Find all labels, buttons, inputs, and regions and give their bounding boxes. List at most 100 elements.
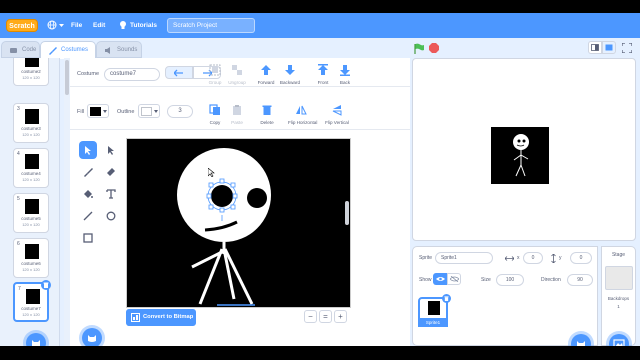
choose-costume-button[interactable]: [26, 333, 46, 346]
rectangle-icon: [83, 233, 93, 243]
scratch-logo[interactable]: Scratch: [6, 19, 38, 32]
flip-horizontal-icon: [296, 105, 307, 115]
forward-button[interactable]: Forward: [253, 62, 279, 88]
green-flag-icon[interactable]: [414, 43, 425, 54]
flip-horizontal-button[interactable]: Flip Horizontal: [288, 102, 317, 128]
show-hidden-button[interactable]: [447, 273, 461, 285]
line-tool[interactable]: [79, 207, 97, 225]
costume-name-input[interactable]: costume7: [104, 68, 160, 81]
flip-vertical-label: Flip Vertical: [325, 120, 349, 125]
tab-code-label: Code: [22, 47, 37, 53]
text-tool[interactable]: [102, 185, 120, 203]
speaker-icon: [105, 47, 110, 54]
forward-label: Forward: [257, 80, 275, 85]
zoom-reset-button[interactable]: =: [319, 310, 332, 323]
rectangle-tool[interactable]: [79, 229, 97, 247]
outline-width-input[interactable]: 3: [167, 105, 193, 118]
costume-size: 120 x 120: [22, 267, 40, 272]
group-icon: [209, 64, 221, 76]
eraser-tool[interactable]: [102, 163, 120, 181]
sprite-name-input[interactable]: Sprite1: [435, 252, 493, 264]
trash-icon: [43, 282, 49, 288]
small-stage-button[interactable]: [588, 41, 602, 54]
direction-label: Direction: [541, 277, 561, 283]
x-label: x: [517, 255, 520, 261]
undo-button[interactable]: [165, 66, 193, 79]
project-title-input[interactable]: Scratch Project: [167, 18, 255, 33]
stop-icon[interactable]: [429, 43, 439, 53]
costume-tile[interactable]: costume2 120 x 120: [13, 58, 49, 86]
top-letterbox: [0, 0, 640, 13]
delete-button[interactable]: Delete: [254, 102, 280, 128]
stage-label: Stage: [611, 252, 626, 258]
costume-tile[interactable]: 4 costume4 120 x 120: [13, 148, 49, 188]
eraser-icon: [107, 168, 115, 176]
costume-tile[interactable]: 3 costume3 120 x 120: [13, 103, 49, 143]
direction-input[interactable]: 90: [567, 274, 593, 286]
chevron-down-icon: [154, 110, 158, 113]
choose-backdrop-button[interactable]: [609, 334, 629, 346]
brush-tool[interactable]: [79, 163, 97, 181]
zoom-out-button[interactable]: −: [304, 310, 317, 323]
costume-size: 120 x 120: [22, 177, 40, 182]
costume-thumbnail: [25, 109, 39, 124]
delete-costume-button[interactable]: [41, 280, 51, 290]
paint-canvas[interactable]: [126, 138, 351, 308]
scrollbar-thumb[interactable]: [65, 60, 69, 95]
paste-icon: [233, 105, 241, 115]
costume-size: 120 x 120: [22, 222, 40, 227]
costume-thumbnail: [25, 154, 39, 169]
fill-tool[interactable]: [79, 185, 97, 203]
zoom-in-button[interactable]: +: [334, 310, 347, 323]
line-icon: [83, 211, 93, 221]
costume-number: 5: [17, 196, 20, 202]
costume-name: costume3: [21, 126, 41, 131]
outline-color-swatch: [141, 107, 152, 116]
back-button[interactable]: Back: [332, 62, 358, 88]
tab-costumes[interactable]: Costumes: [40, 41, 96, 59]
tab-code[interactable]: Code: [1, 41, 40, 58]
choose-costume-button[interactable]: [82, 328, 102, 346]
fill-color-picker[interactable]: [87, 104, 109, 118]
costume-list: costume2 120 x 120 3 costume3 120 x 120 …: [0, 58, 60, 346]
convert-to-bitmap-button[interactable]: Convert to Bitmap: [126, 309, 196, 326]
costume-tile[interactable]: 6 costume6 120 x 120: [13, 238, 49, 278]
stage-canvas[interactable]: [412, 58, 636, 241]
text-icon: [106, 189, 116, 199]
sprite-info-pane: Sprite Sprite1 x 0 y 0 Show Size 100 Dir…: [412, 246, 598, 346]
delete-sprite-button[interactable]: [442, 294, 451, 303]
y-position-input[interactable]: 0: [570, 252, 592, 264]
tab-sounds[interactable]: Sounds: [96, 41, 142, 58]
fill-label: Fill: [77, 109, 85, 115]
large-stage-button[interactable]: [602, 41, 616, 54]
show-label: Show: [419, 277, 432, 283]
ungroup-button[interactable]: Ungroup: [224, 62, 250, 88]
edit-menu[interactable]: Edit: [93, 13, 105, 38]
delete-label: Delete: [260, 120, 274, 125]
select-tool[interactable]: [79, 141, 97, 159]
fullscreen-icon[interactable]: [622, 43, 632, 53]
x-position-input[interactable]: 0: [523, 252, 543, 264]
paste-button[interactable]: Paste: [224, 102, 250, 128]
costume-tile-selected[interactable]: 7 costume7 120 x 120: [13, 280, 51, 322]
choose-sprite-button[interactable]: [571, 334, 591, 346]
backward-button[interactable]: Backward: [277, 62, 303, 88]
large-stage-icon: [605, 44, 613, 51]
sprite-thumbnail: [428, 301, 440, 315]
size-input[interactable]: 100: [496, 274, 524, 286]
flip-vertical-button[interactable]: Flip Vertical: [324, 102, 350, 128]
outline-color-picker[interactable]: [138, 104, 160, 118]
cat-icon: [32, 340, 40, 346]
show-visible-button[interactable]: [433, 273, 447, 285]
arrow-cursor-icon: [85, 146, 91, 155]
file-menu[interactable]: File: [71, 13, 82, 38]
brush-icon: [84, 168, 93, 177]
circle-tool[interactable]: [102, 207, 120, 225]
ungroup-icon: [232, 65, 242, 75]
reshape-tool[interactable]: [102, 141, 120, 159]
backdrop-thumbnail[interactable]: [605, 266, 633, 290]
backdrops-label: Backdrops: [607, 296, 630, 301]
costume-tile[interactable]: 5 costume5 120 x 120: [13, 193, 49, 233]
eye-icon: [435, 277, 445, 281]
sprite-tile-selected[interactable]: Sprite1: [418, 294, 451, 327]
